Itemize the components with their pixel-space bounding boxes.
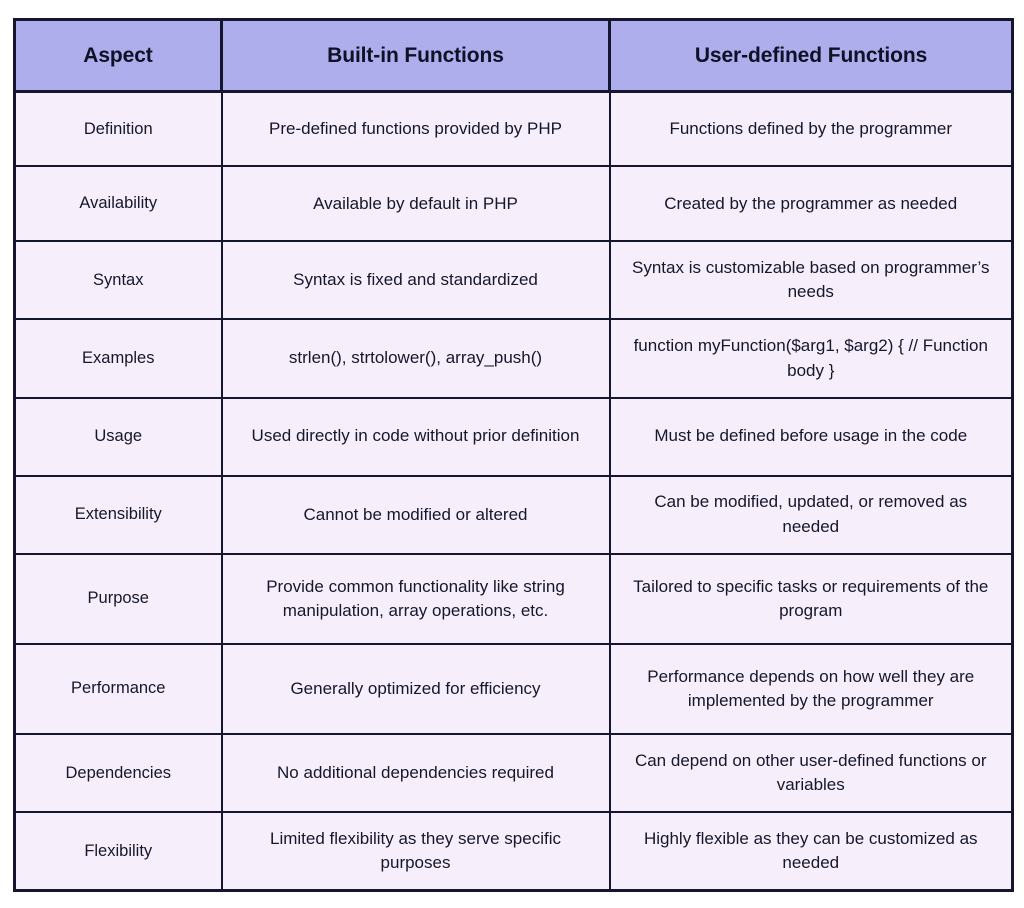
table-body: Definition Pre-defined functions provide… (13, 90, 1014, 892)
comparison-table-container: Aspect Built-in Functions User-defined F… (13, 18, 1014, 892)
cell-aspect: Dependencies (13, 733, 223, 814)
cell-builtin: No additional dependencies required (220, 733, 611, 814)
cell-aspect: Flexibility (13, 811, 223, 892)
table-row: Dependencies No additional dependencies … (13, 733, 1014, 814)
table-row: Examples strlen(), strtolower(), array_p… (13, 318, 1014, 399)
cell-builtin: strlen(), strtolower(), array_push() (220, 318, 611, 399)
cell-builtin: Syntax is fixed and standardized (220, 240, 611, 321)
table-row: Flexibility Limited flexibility as they … (13, 811, 1014, 892)
cell-user-defined: function myFunction($arg1, $arg2) { // F… (608, 318, 1014, 399)
cell-user-defined: Must be defined before usage in the code (608, 396, 1014, 477)
cell-user-defined: Created by the programmer as needed (608, 165, 1014, 243)
cell-user-defined: Tailored to specific tasks or requiremen… (608, 552, 1014, 646)
table-row: Syntax Syntax is fixed and standardized … (13, 240, 1014, 321)
cell-user-defined: Can be modified, updated, or removed as … (608, 474, 1014, 555)
comparison-table: Aspect Built-in Functions User-defined F… (13, 18, 1014, 892)
cell-aspect: Performance (13, 642, 223, 736)
cell-aspect: Examples (13, 318, 223, 399)
cell-user-defined: Functions defined by the programmer (608, 90, 1014, 168)
table-row: Extensibility Cannot be modified or alte… (13, 474, 1014, 555)
cell-user-defined: Performance depends on how well they are… (608, 642, 1014, 736)
cell-builtin: Used directly in code without prior defi… (220, 396, 611, 477)
cell-user-defined: Can depend on other user-defined functio… (608, 733, 1014, 814)
table-row: Performance Generally optimized for effi… (13, 642, 1014, 736)
cell-builtin: Available by default in PHP (220, 165, 611, 243)
table-row: Usage Used directly in code without prio… (13, 396, 1014, 477)
cell-aspect: Syntax (13, 240, 223, 321)
cell-user-defined: Syntax is customizable based on programm… (608, 240, 1014, 321)
cell-builtin: Pre-defined functions provided by PHP (220, 90, 611, 168)
cell-builtin: Provide common functionality like string… (220, 552, 611, 646)
table-header-row: Aspect Built-in Functions User-defined F… (13, 18, 1014, 93)
cell-builtin: Cannot be modified or altered (220, 474, 611, 555)
table-header: Aspect Built-in Functions User-defined F… (13, 18, 1014, 93)
cell-user-defined: Highly flexible as they can be customize… (608, 811, 1014, 892)
cell-aspect: Definition (13, 90, 223, 168)
column-header-builtin-functions: Built-in Functions (220, 18, 611, 93)
table-row: Purpose Provide common functionality lik… (13, 552, 1014, 646)
cell-aspect: Availability (13, 165, 223, 243)
cell-aspect: Extensibility (13, 474, 223, 555)
column-header-user-defined-functions: User-defined Functions (608, 18, 1014, 93)
table-row: Definition Pre-defined functions provide… (13, 90, 1014, 168)
cell-builtin: Generally optimized for efficiency (220, 642, 611, 736)
cell-builtin: Limited flexibility as they serve specif… (220, 811, 611, 892)
cell-aspect: Purpose (13, 552, 223, 646)
cell-aspect: Usage (13, 396, 223, 477)
column-header-aspect: Aspect (13, 18, 223, 93)
table-row: Availability Available by default in PHP… (13, 165, 1014, 243)
